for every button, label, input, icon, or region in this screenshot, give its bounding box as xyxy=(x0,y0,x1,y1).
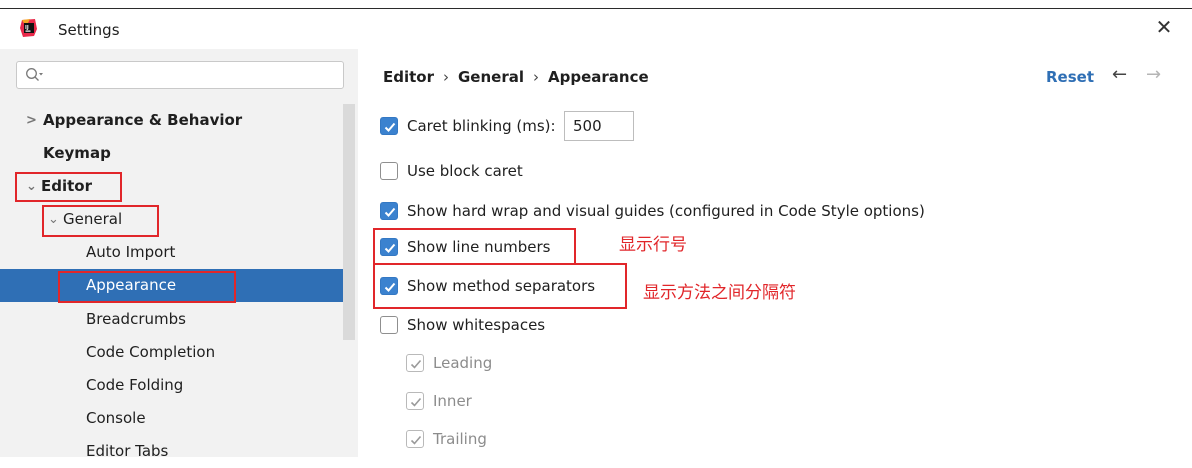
chevron-right-icon: > xyxy=(26,113,37,128)
caret-blinking-input[interactable]: 500 xyxy=(564,111,634,141)
checkmark-icon xyxy=(384,122,396,132)
leading-checkbox[interactable] xyxy=(406,354,424,372)
option-trailing: Trailing xyxy=(406,425,526,453)
chevron-down-icon: ⌄ xyxy=(26,179,37,194)
tree-item-editor-tabs[interactable]: Editor Tabs xyxy=(0,435,343,468)
breadcrumb: Editor › General › Appearance xyxy=(383,68,649,86)
tree-item-code-completion[interactable]: Code Completion xyxy=(0,336,343,369)
option-line-numbers: Show line numbers xyxy=(380,233,570,261)
title-bar: IJ Settings ✕ xyxy=(0,9,1192,49)
breadcrumb-item: Editor xyxy=(383,68,434,86)
app-logo-icon: IJ xyxy=(20,19,37,37)
checkmark-icon xyxy=(384,243,396,253)
arrow-right-icon[interactable]: → xyxy=(1146,64,1161,85)
tree-item-auto-import[interactable]: Auto Import xyxy=(0,236,343,269)
sidebar-scrollbar[interactable] xyxy=(343,104,355,340)
tree-item-appearance[interactable]: Appearance xyxy=(0,269,343,302)
checkmark-icon xyxy=(410,435,422,445)
leading-label: Leading xyxy=(433,354,493,372)
tree-item-editor[interactable]: ⌄ Editor xyxy=(0,170,343,203)
window-title: Settings xyxy=(58,21,120,39)
search-box[interactable] xyxy=(16,61,344,89)
annotation-note-method-separators: 显示方法之间分隔符 xyxy=(643,283,796,303)
tree-item-label: Code Completion xyxy=(86,343,216,361)
block-caret-checkbox[interactable] xyxy=(380,162,398,180)
method-separators-checkbox[interactable] xyxy=(380,277,398,295)
breadcrumb-item: General xyxy=(458,68,524,86)
chevron-down-icon: ⌄ xyxy=(48,212,59,227)
close-icon[interactable]: ✕ xyxy=(1152,15,1176,39)
method-separators-label: Show method separators xyxy=(407,277,596,295)
search-icon xyxy=(26,68,43,81)
caret-blinking-checkbox[interactable] xyxy=(380,117,398,135)
tree-item-label: General xyxy=(63,210,123,228)
chevron-right-icon: › xyxy=(533,68,539,86)
tree-item-console[interactable]: Console xyxy=(0,402,343,435)
tree-item-appearance-behavior[interactable]: > Appearance & Behavior xyxy=(0,104,343,137)
svg-text:IJ: IJ xyxy=(25,25,29,31)
trailing-checkbox[interactable] xyxy=(406,430,424,448)
line-numbers-label: Show line numbers xyxy=(407,238,551,256)
whitespaces-label: Show whitespaces xyxy=(407,316,546,334)
tree-item-label: Appearance & Behavior xyxy=(43,111,243,129)
option-inner: Inner xyxy=(406,387,526,415)
tree-item-general[interactable]: ⌄ General xyxy=(0,203,343,236)
tree-item-label: Console xyxy=(86,409,146,427)
checkmark-icon xyxy=(410,397,422,407)
checkmark-icon xyxy=(384,282,396,292)
tree-item-keymap[interactable]: Keymap xyxy=(0,137,343,170)
tree-item-label: Editor Tabs xyxy=(86,442,169,460)
arrow-left-icon[interactable]: ← xyxy=(1112,64,1127,85)
settings-sidebar: > Appearance & Behavior Keymap ⌄ Editor … xyxy=(0,49,358,460)
tree-item-breadcrumbs[interactable]: Breadcrumbs xyxy=(0,303,343,336)
tree-item-label: Appearance xyxy=(86,276,177,294)
tree-item-label: Code Folding xyxy=(86,376,184,394)
option-whitespaces: Show whitespaces xyxy=(380,311,580,339)
tree-item-code-folding[interactable]: Code Folding xyxy=(0,369,343,402)
option-block-caret: Use block caret xyxy=(380,157,580,185)
chevron-right-icon: › xyxy=(443,68,449,86)
option-caret-blinking: Caret blinking (ms): xyxy=(380,112,560,140)
tree-item-label: Editor xyxy=(41,177,92,195)
caret-blinking-label: Caret blinking (ms): xyxy=(407,117,556,135)
annotation-note-line-numbers: 显示行号 xyxy=(619,235,687,255)
trailing-label: Trailing xyxy=(433,430,487,448)
option-hard-wrap: Show hard wrap and visual guides (config… xyxy=(380,197,960,225)
option-method-separators: Show method separators xyxy=(380,272,620,300)
tree-item-label: Breadcrumbs xyxy=(86,310,186,328)
block-caret-label: Use block caret xyxy=(407,162,523,180)
checkmark-icon xyxy=(384,207,396,217)
breadcrumb-item: Appearance xyxy=(548,68,649,86)
reset-button[interactable]: Reset xyxy=(1046,68,1094,86)
hard-wrap-checkbox[interactable] xyxy=(380,202,398,220)
search-input[interactable] xyxy=(47,65,341,87)
checkmark-icon xyxy=(410,359,422,369)
inner-checkbox[interactable] xyxy=(406,392,424,410)
tree-item-label: Auto Import xyxy=(86,243,176,261)
whitespaces-checkbox[interactable] xyxy=(380,316,398,334)
tree-item-label: Keymap xyxy=(43,144,111,162)
option-leading: Leading xyxy=(406,349,526,377)
hard-wrap-label: Show hard wrap and visual guides (config… xyxy=(407,202,925,220)
inner-label: Inner xyxy=(433,392,472,410)
line-numbers-checkbox[interactable] xyxy=(380,238,398,256)
